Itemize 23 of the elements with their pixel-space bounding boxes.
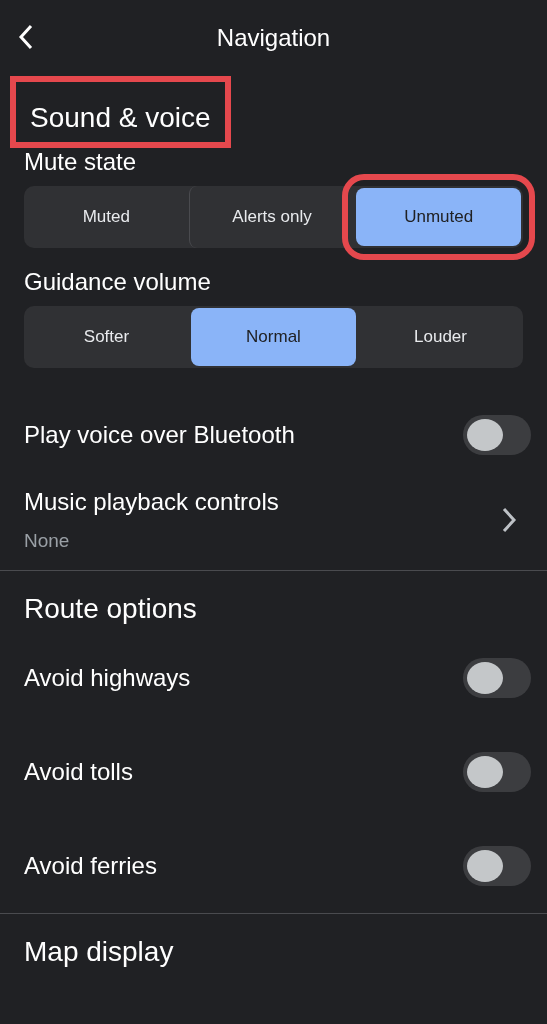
segment-option[interactable]: Alerts only [188,186,355,248]
setting-label: Music playback controls [24,488,279,516]
setting-value: None [24,530,71,552]
setting-label: Play voice over Bluetooth [24,421,295,449]
toggle-switch[interactable] [463,752,531,792]
segment-option[interactable]: Normal [191,308,356,366]
back-icon [18,24,34,50]
setting-label: Mute state [24,148,138,176]
toggle-switch[interactable] [463,658,531,698]
segment-option[interactable]: Softer [24,306,189,368]
section-title: Route options [24,592,197,626]
setting-label: Avoid tolls [24,758,133,786]
section-title: Map display [24,935,174,969]
setting-label: Guidance volume [24,268,212,296]
segment-option[interactable]: Muted [24,186,189,248]
setting-label: Avoid highways [24,664,191,692]
toggle-switch[interactable] [463,415,531,455]
section-title: Sound & voice [10,76,231,148]
setting-label: Avoid ferries [24,852,157,880]
chevron-right-icon [501,507,517,533]
toggle-switch[interactable] [463,846,531,886]
page-title: Navigation [216,24,331,52]
segment-option[interactable]: Louder [358,306,523,368]
